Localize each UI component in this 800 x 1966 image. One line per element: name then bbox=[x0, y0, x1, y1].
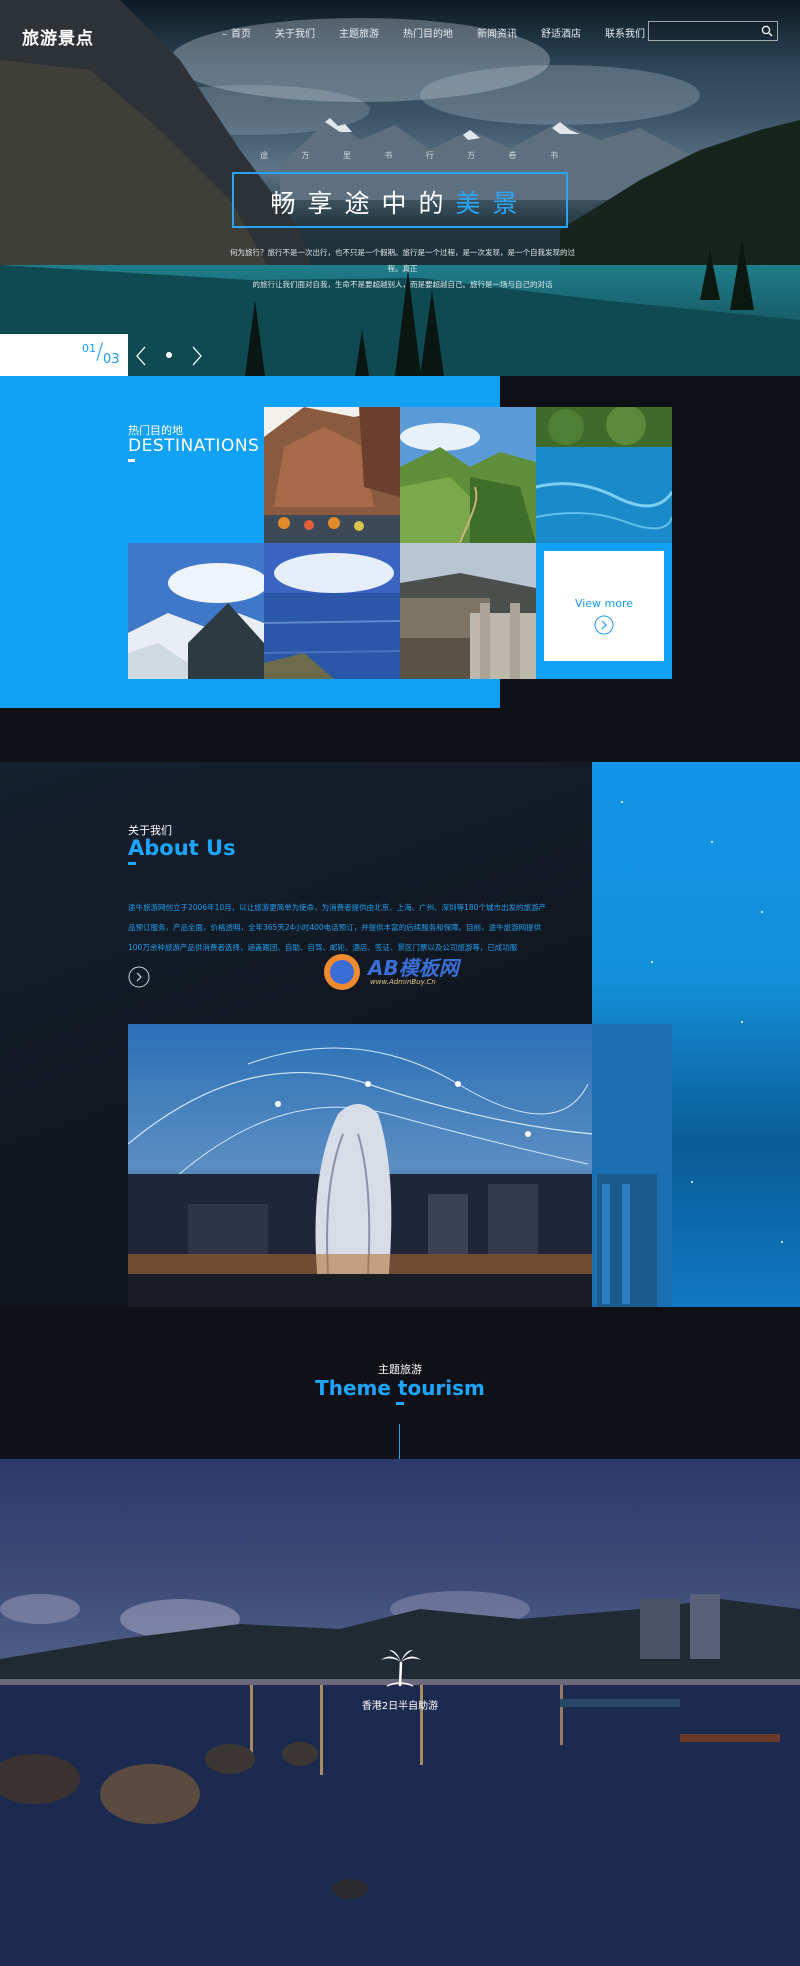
hero-desc-line: 的旅行让我们面对自我，生命不是要超越别人，而是要超越自己。旅行是一场与自己的对话 bbox=[252, 280, 553, 289]
nav-hotels[interactable]: 舒适酒店 bbox=[529, 25, 593, 40]
nav-about[interactable]: 关于我们 bbox=[263, 25, 327, 40]
destination-tile-sea[interactable] bbox=[264, 543, 400, 679]
next-arrow-icon[interactable] bbox=[190, 345, 204, 367]
watermark-subtext: www.AdminBuy.Cn bbox=[370, 978, 436, 986]
main-nav: 首页 关于我们 主题旅游 热门目的地 新闻资讯 舒适酒店 联系我们 bbox=[210, 25, 657, 40]
theme-feature-photo[interactable] bbox=[0, 1459, 800, 1966]
view-more-panel[interactable]: View more bbox=[544, 551, 664, 661]
tagline-char: 途 bbox=[260, 151, 270, 160]
slide-total: 03 bbox=[103, 352, 120, 367]
nav-news[interactable]: 新闻资讯 bbox=[465, 25, 529, 40]
hero-title-main: 畅享途中的 bbox=[270, 189, 456, 218]
view-more-card[interactable]: View more bbox=[536, 543, 672, 679]
tagline-char: 书 bbox=[384, 151, 395, 160]
search-box bbox=[648, 21, 778, 43]
hero-desc-line: 何为旅行？旅行不是一次出行，也不只是一个假期。旅行是一个过程，是一次发现，是一个… bbox=[230, 248, 575, 273]
destination-tile-valley[interactable] bbox=[400, 407, 536, 543]
hero-title: 畅享途中的美景 bbox=[232, 184, 568, 220]
theme-label-cn: 主题旅游 bbox=[378, 1363, 422, 1376]
view-more-label[interactable]: View more bbox=[544, 597, 664, 610]
hero-tagline-small: 途 万 里 书 行 万 卷 书 bbox=[260, 150, 560, 161]
palm-tree-icon bbox=[381, 1650, 421, 1687]
slide-current: 01 bbox=[82, 342, 96, 355]
tagline-char: 行 bbox=[425, 151, 436, 160]
prev-arrow-icon[interactable] bbox=[134, 345, 148, 367]
about-more-arrow-icon[interactable] bbox=[128, 966, 150, 988]
about-underline bbox=[128, 862, 136, 865]
destination-tile-rock-temple[interactable] bbox=[264, 407, 400, 543]
watermark-emblem-icon bbox=[324, 954, 360, 990]
theme-title: Theme tourism bbox=[315, 1376, 485, 1400]
about-description: 途牛旅游网创立于2006年10月，以让旅游更简单为使命，为消费者提供由北京、上海… bbox=[128, 903, 546, 952]
about-city-photo bbox=[128, 1024, 592, 1307]
about-city-photo-edge bbox=[592, 1024, 672, 1307]
destination-tile-snow-mountain[interactable] bbox=[128, 543, 264, 679]
destinations-title: DESTINATIONS bbox=[128, 436, 260, 456]
slide-dot[interactable] bbox=[166, 352, 172, 358]
hero-description: 何为旅行？旅行不是一次出行，也不只是一个假期。旅行是一个过程，是一次发现，是一个… bbox=[225, 245, 580, 293]
nav-destinations[interactable]: 热门目的地 bbox=[391, 25, 465, 40]
watermark-text: AB模板网 bbox=[368, 956, 459, 980]
theme-vertical-line bbox=[399, 1424, 400, 1459]
watermark-logo: AB模板网 www.AdminBuy.Cn bbox=[322, 950, 487, 994]
destination-tile-blue-lake[interactable] bbox=[536, 407, 672, 543]
hero-title-highlight: 美景 bbox=[455, 189, 530, 218]
search-icon[interactable] bbox=[761, 25, 773, 37]
about-title: About Us bbox=[128, 836, 236, 860]
nav-theme-travel[interactable]: 主题旅游 bbox=[327, 25, 391, 40]
tagline-char: 卷 bbox=[508, 151, 519, 160]
nav-home[interactable]: 首页 bbox=[210, 25, 263, 40]
destination-tile-ancient-town[interactable] bbox=[400, 543, 536, 679]
tagline-char: 里 bbox=[342, 151, 353, 160]
tagline-char: 万 bbox=[467, 151, 478, 160]
slide-counter: 01 / 03 bbox=[0, 334, 128, 376]
tagline-char: 书 bbox=[549, 151, 560, 160]
search-input[interactable] bbox=[649, 25, 757, 43]
site-logo[interactable]: 旅游景点 bbox=[22, 24, 94, 49]
arrow-right-circle-icon[interactable] bbox=[594, 615, 614, 635]
tagline-char: 万 bbox=[301, 151, 312, 160]
destinations-underline bbox=[128, 459, 135, 462]
hero-banner: 旅游景点 首页 关于我们 主题旅游 热门目的地 新闻资讯 舒适酒店 联系我们 途… bbox=[0, 0, 800, 376]
theme-feature-title[interactable]: 香港2日半自助游 bbox=[0, 1697, 800, 1712]
theme-underline bbox=[396, 1402, 404, 1405]
